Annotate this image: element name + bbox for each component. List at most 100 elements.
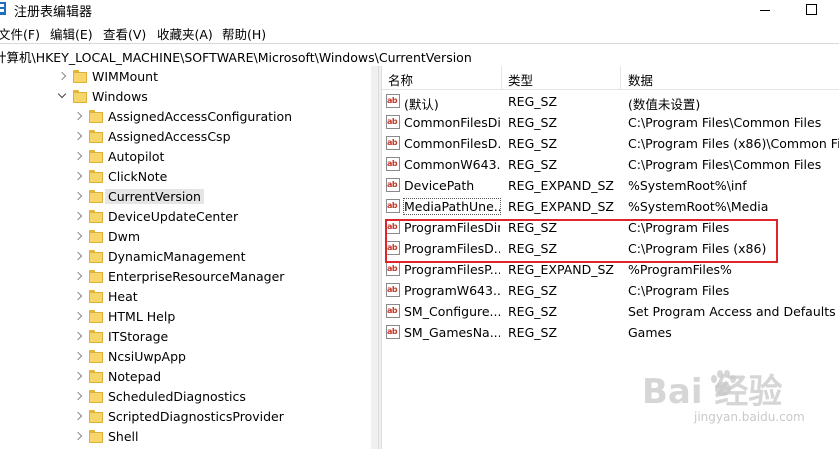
expand-arrow-icon[interactable] [73,291,83,301]
column-separator[interactable] [501,66,502,89]
tree-item-enterpriseresourcemanager[interactable]: EnterpriseResourceManager [0,267,378,287]
tree-item-label: EnterpriseResourceManager [108,269,285,284]
value-row[interactable]: ab MediaPathUne... REG_EXPAND_SZ %System… [382,196,839,217]
tree-item-scheduleddiagnostics[interactable]: ScheduledDiagnostics [0,387,378,407]
expand-arrow-icon[interactable] [73,351,83,361]
expand-arrow-icon[interactable] [73,231,83,241]
folder-icon [89,370,103,383]
value-row[interactable]: ab ProgramW643... REG_SZ C:\Program File… [382,280,839,301]
tree-item-label: Shell [108,429,139,444]
column-separator[interactable] [620,66,621,89]
tree-item-dynamicmanagement[interactable]: DynamicManagement [0,247,378,267]
value-type: REG_SZ [508,136,558,151]
address-path[interactable]: 计算机\HKEY_LOCAL_MACHINE\SOFTWARE\Microsof… [0,47,472,66]
menu-edit[interactable]: 编辑(E) [50,24,93,43]
expand-arrow-icon[interactable] [73,211,83,221]
value-data: Games [628,325,672,340]
folder-icon [89,430,103,443]
folder-icon [89,310,103,323]
folder-icon [89,230,103,243]
menu-file[interactable]: 文件(F) [0,24,40,43]
expand-arrow-icon[interactable] [73,111,83,121]
regedit-app-icon [0,2,6,15]
value-type: REG_SZ [508,283,558,298]
value-row[interactable]: ab SM_GamesNa... REG_SZ Games [382,322,839,343]
value-type: REG_SZ [508,115,558,130]
tree-item-scripteddiagnosticsprovider[interactable]: ScriptedDiagnosticsProvider [0,407,378,427]
expand-arrow-icon[interactable] [73,411,83,421]
tree-item-heat[interactable]: Heat [0,287,378,307]
tree-item-assignedaccessconfiguration[interactable]: AssignedAccessConfiguration [0,107,378,127]
expand-arrow-icon[interactable] [73,311,83,321]
column-header-data[interactable]: 数据 [628,70,653,89]
value-data: C:\Program Files\Common Files [628,115,822,130]
tree-item-label: Windows [92,89,148,104]
tree-item-label: ITStorage [108,329,169,344]
expand-arrow-icon[interactable] [73,271,83,281]
menu-view[interactable]: 查看(V) [103,24,146,43]
value-row[interactable]: ab CommonW643... REG_SZ C:\Program Files… [382,154,839,175]
tree-item-wimmount[interactable]: WIMMount [0,67,378,87]
tree-item-html-help[interactable]: HTML Help [0,307,378,327]
address-bar[interactable]: 计算机\HKEY_LOCAL_MACHINE\SOFTWARE\Microsof… [0,43,839,67]
value-row[interactable]: ab CommonFilesD... REG_SZ C:\Program Fil… [382,133,839,154]
title-bar: 注册表编辑器 [0,0,839,20]
tree-item-currentversion[interactable]: CurrentVersion [0,187,378,207]
tree-item-ncsiuwpapp[interactable]: NcsiUwpApp [0,347,378,367]
tree-item-label: Heat [108,289,138,304]
value-type: REG_SZ [508,304,558,319]
value-row[interactable]: ab DevicePath REG_EXPAND_SZ %SystemRoot%… [382,175,839,196]
value-row[interactable]: ab CommonFilesDir REG_SZ C:\Program File… [382,112,839,133]
string-value-icon: ab [386,157,400,171]
expand-arrow-icon[interactable] [73,171,83,181]
tree-item-dwm[interactable]: Dwm [0,227,378,247]
menu-favorites[interactable]: 收藏夹(A) [157,24,213,43]
folder-icon [89,110,103,123]
minimize-button[interactable] [742,0,788,20]
value-data: %SystemRoot%\Media [628,199,769,214]
expand-arrow-icon[interactable] [73,151,83,161]
collapse-arrow-icon[interactable] [57,89,67,99]
value-name: CommonFilesDir [404,115,500,130]
folder-icon [89,130,103,143]
expand-arrow-icon[interactable] [73,251,83,261]
key-tree[interactable]: WIMMount Windows AssignedAccessConfigura… [0,66,378,449]
tree-item-notepad[interactable]: Notepad [0,367,378,387]
maximize-button[interactable] [788,0,834,20]
string-value-icon: ab [386,304,400,318]
tree-item-label: DynamicManagement [108,249,246,264]
list-header: 名称 类型 数据 [382,66,839,90]
tree-item-assignedaccesscsp[interactable]: AssignedAccessCsp [0,127,378,147]
expand-arrow-icon[interactable] [73,331,83,341]
value-type: REG_SZ [508,325,558,340]
value-type: REG_EXPAND_SZ [508,178,614,193]
value-row[interactable]: ab (默认) REG_SZ (数值未设置) [382,91,839,112]
tree-item-label: DeviceUpdateCenter [108,209,239,224]
expand-arrow-icon[interactable] [73,191,83,201]
column-header-name[interactable]: 名称 [388,70,413,89]
folder-icon [89,290,103,303]
tree-item-deviceupdatecenter[interactable]: DeviceUpdateCenter [0,207,378,227]
tree-item-windows[interactable]: Windows [0,87,378,107]
expand-arrow-icon[interactable] [73,431,83,441]
tree-item-clicknote[interactable]: ClickNote [0,167,378,187]
column-header-type[interactable]: 类型 [508,70,533,89]
highlight-annotation-box [385,219,778,263]
folder-icon [89,330,103,343]
expand-arrow-icon[interactable] [73,371,83,381]
string-value-icon: ab [386,325,400,339]
tree-item-itstorage[interactable]: ITStorage [0,327,378,347]
expand-arrow-icon[interactable] [57,71,67,81]
menu-help[interactable]: 帮助(H) [222,24,266,43]
expand-arrow-icon[interactable] [73,391,83,401]
value-row[interactable]: ab SM_Configure... REG_SZ Set Program Ac… [382,301,839,322]
value-type: REG_SZ [508,157,558,172]
tree-item-autopilot[interactable]: Autopilot [0,147,378,167]
paw-icon [711,370,736,396]
tree-item-shell[interactable]: Shell [0,427,378,447]
value-type: REG_EXPAND_SZ [508,262,614,277]
tree-item-label: ScriptedDiagnosticsProvider [108,409,284,424]
expand-arrow-icon[interactable] [73,131,83,141]
string-value-icon: ab [386,262,400,276]
tree-item-label: AssignedAccessCsp [108,129,231,144]
